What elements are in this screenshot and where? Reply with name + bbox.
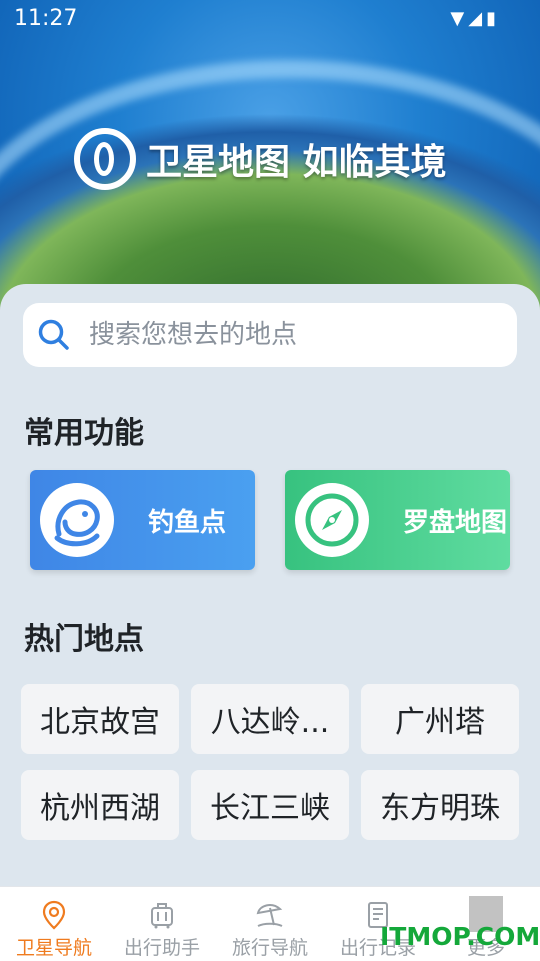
status-time: 11:27 bbox=[14, 6, 78, 31]
nav-label: 出行助手 bbox=[123, 937, 200, 959]
status-icons: ▼◢▮ bbox=[450, 8, 500, 29]
watermark: ITMOP.COM bbox=[380, 922, 540, 951]
place-chip[interactable]: 北京故宫 bbox=[21, 684, 179, 754]
compass-map-label: 罗盘地图 bbox=[403, 507, 508, 538]
app-logo-icon bbox=[74, 128, 136, 190]
place-chip[interactable]: 八达岭... bbox=[191, 684, 349, 754]
search-input[interactable] bbox=[87, 319, 491, 351]
compass-icon bbox=[295, 483, 369, 557]
battery-icon: ▮ bbox=[486, 8, 500, 29]
location-pin-icon bbox=[42, 900, 66, 930]
status-bar: 11:27 ▼◢▮ bbox=[0, 0, 540, 40]
fishing-spot-button[interactable]: 钓鱼点 bbox=[30, 470, 255, 570]
nav-travel-assistant[interactable]: 出行助手 bbox=[108, 887, 216, 961]
place-chip[interactable]: 长江三峡 bbox=[191, 770, 349, 840]
place-chip[interactable]: 东方明珠 bbox=[361, 770, 519, 840]
wifi-icon: ▼ bbox=[450, 8, 469, 29]
beach-umbrella-icon bbox=[256, 904, 283, 927]
nav-label: 卫星导航 bbox=[15, 937, 92, 959]
signal-icon: ◢ bbox=[468, 8, 487, 29]
hero-banner: 卫星地图 如临其境 bbox=[0, 0, 540, 320]
earth-atmosphere-glow bbox=[0, 60, 540, 320]
nav-travel-navigation[interactable]: 旅行导航 bbox=[216, 887, 324, 961]
fish-icon bbox=[40, 483, 114, 557]
main-sheet: 常用功能 钓鱼点 罗盘地图 热门地点 北京故宫 八达岭... 广州塔 杭州西湖 … bbox=[0, 284, 540, 888]
place-chip[interactable]: 广州塔 bbox=[361, 684, 519, 754]
luggage-icon bbox=[151, 903, 173, 929]
search-bar[interactable] bbox=[23, 303, 517, 367]
hot-places-title: 热门地点 bbox=[24, 622, 144, 657]
brand-slogan: 卫星地图 如临其境 bbox=[74, 128, 447, 190]
compass-map-button[interactable]: 罗盘地图 bbox=[285, 470, 510, 570]
slogan-text: 卫星地图 如临其境 bbox=[146, 142, 447, 183]
fishing-spot-label: 钓鱼点 bbox=[148, 507, 227, 538]
nav-label: 旅行导航 bbox=[231, 937, 308, 959]
place-chip[interactable]: 杭州西湖 bbox=[21, 770, 179, 840]
nav-satellite[interactable]: 卫星导航 bbox=[0, 887, 108, 961]
search-icon bbox=[38, 319, 69, 350]
features-title: 常用功能 bbox=[24, 416, 144, 451]
